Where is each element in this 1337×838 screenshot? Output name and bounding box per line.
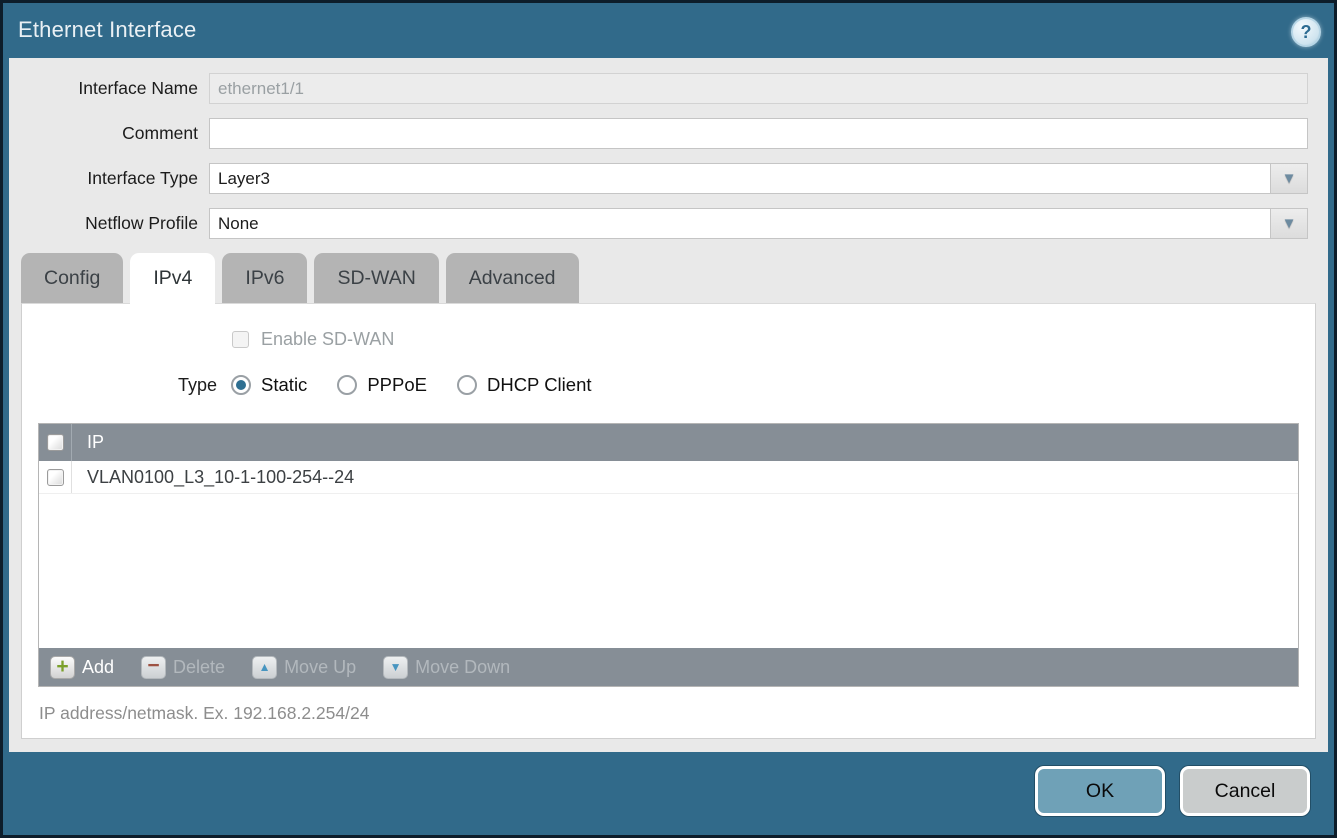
ip-column-header: IP <box>72 432 104 453</box>
comment-label: Comment <box>9 123 209 144</box>
ip-table-toolbar: + Add − Delete ▲ Move Up ▼ <box>39 648 1298 686</box>
interface-type-row: Interface Type Layer3 ▼ <box>9 163 1308 194</box>
chevron-down-icon: ▼ <box>1282 216 1297 231</box>
move-up-button[interactable]: ▲ Move Up <box>252 656 356 679</box>
interface-type-value: Layer3 <box>210 169 1270 189</box>
dialog-content: Interface Name Comment Interface Type La… <box>9 58 1328 752</box>
ip-netmask-hint: IP address/netmask. Ex. 192.168.2.254/24 <box>39 703 1315 724</box>
move-up-button-label: Move Up <box>284 657 356 678</box>
interface-type-select[interactable]: Layer3 ▼ <box>209 163 1308 194</box>
tab-advanced[interactable]: Advanced <box>446 253 579 303</box>
type-radio-group: Type Static PPPoE DHCP Client <box>178 374 1315 396</box>
add-button-label: Add <box>82 657 114 678</box>
comment-row: Comment <box>9 118 1308 149</box>
table-row[interactable]: VLAN0100_L3_10-1-100-254--24 <box>39 461 1298 494</box>
netflow-profile-select[interactable]: None ▼ <box>209 208 1308 239</box>
interface-form: Interface Name Comment Interface Type La… <box>9 58 1328 239</box>
radio-option-dhcp-client[interactable]: DHCP Client <box>457 374 592 396</box>
interface-type-label: Interface Type <box>9 168 209 189</box>
ok-button[interactable]: OK <box>1035 766 1165 816</box>
comment-field[interactable] <box>209 118 1308 149</box>
move-down-button-label: Move Down <box>415 657 510 678</box>
row-checkbox[interactable] <box>47 469 64 486</box>
ipv4-tab-panel: Enable SD-WAN Type Static PPPoE DHCP Cli… <box>21 303 1316 739</box>
arrow-up-icon: ▲ <box>252 656 277 679</box>
tab-ipv4[interactable]: IPv4 <box>130 253 215 304</box>
tab-sdwan[interactable]: SD-WAN <box>314 253 438 303</box>
help-icon[interactable]: ? <box>1291 17 1321 47</box>
row-checkbox-cell <box>39 461 72 493</box>
chevron-down-icon: ▼ <box>1282 171 1297 186</box>
select-all-checkbox[interactable] <box>47 434 64 451</box>
netflow-profile-row: Netflow Profile None ▼ <box>9 208 1308 239</box>
radio-dhcp-client-label: DHCP Client <box>487 374 592 396</box>
tab-config[interactable]: Config <box>21 253 123 303</box>
ip-row-value: VLAN0100_L3_10-1-100-254--24 <box>72 467 354 488</box>
radio-option-pppoe[interactable]: PPPoE <box>337 374 427 396</box>
netflow-profile-dropdown-button[interactable]: ▼ <box>1270 209 1307 238</box>
type-label: Type <box>178 375 217 396</box>
radio-option-static[interactable]: Static <box>231 374 307 396</box>
delete-button-label: Delete <box>173 657 225 678</box>
enable-sdwan-label: Enable SD-WAN <box>261 329 394 350</box>
add-button[interactable]: + Add <box>50 656 114 679</box>
ip-table-header: IP <box>39 424 1298 461</box>
tab-ipv6[interactable]: IPv6 <box>222 253 307 303</box>
ethernet-interface-dialog: Ethernet Interface ? Interface Name Comm… <box>0 0 1337 838</box>
radio-static[interactable] <box>231 375 251 395</box>
header-checkbox-cell <box>39 424 72 461</box>
dialog-frame: Ethernet Interface ? Interface Name Comm… <box>3 3 1334 835</box>
move-down-button[interactable]: ▼ Move Down <box>383 656 510 679</box>
enable-sdwan-row: Enable SD-WAN <box>232 329 1315 350</box>
dialog-titlebar: Ethernet Interface <box>3 3 1334 57</box>
dialog-footer-buttons: OK Cancel <box>1035 766 1310 816</box>
radio-static-label: Static <box>261 374 307 396</box>
plus-icon: + <box>50 656 75 679</box>
dialog-title: Ethernet Interface <box>18 17 196 43</box>
interface-name-field <box>209 73 1308 104</box>
ip-table-body: VLAN0100_L3_10-1-100-254--24 <box>39 461 1298 648</box>
radio-pppoe[interactable] <box>337 375 357 395</box>
delete-button[interactable]: − Delete <box>141 656 225 679</box>
interface-name-row: Interface Name <box>9 73 1308 104</box>
interface-name-label: Interface Name <box>9 78 209 99</box>
arrow-down-icon: ▼ <box>383 656 408 679</box>
radio-pppoe-label: PPPoE <box>367 374 427 396</box>
netflow-profile-value: None <box>210 214 1270 234</box>
netflow-profile-label: Netflow Profile <box>9 213 209 234</box>
ip-table: IP VLAN0100_L3_10-1-100-254--24 + <box>38 423 1299 687</box>
enable-sdwan-checkbox <box>232 331 249 348</box>
minus-icon: − <box>141 656 166 679</box>
cancel-button[interactable]: Cancel <box>1180 766 1310 816</box>
interface-type-dropdown-button[interactable]: ▼ <box>1270 164 1307 193</box>
tab-bar: Config IPv4 IPv6 SD-WAN Advanced <box>21 253 1328 303</box>
radio-dhcp-client[interactable] <box>457 375 477 395</box>
